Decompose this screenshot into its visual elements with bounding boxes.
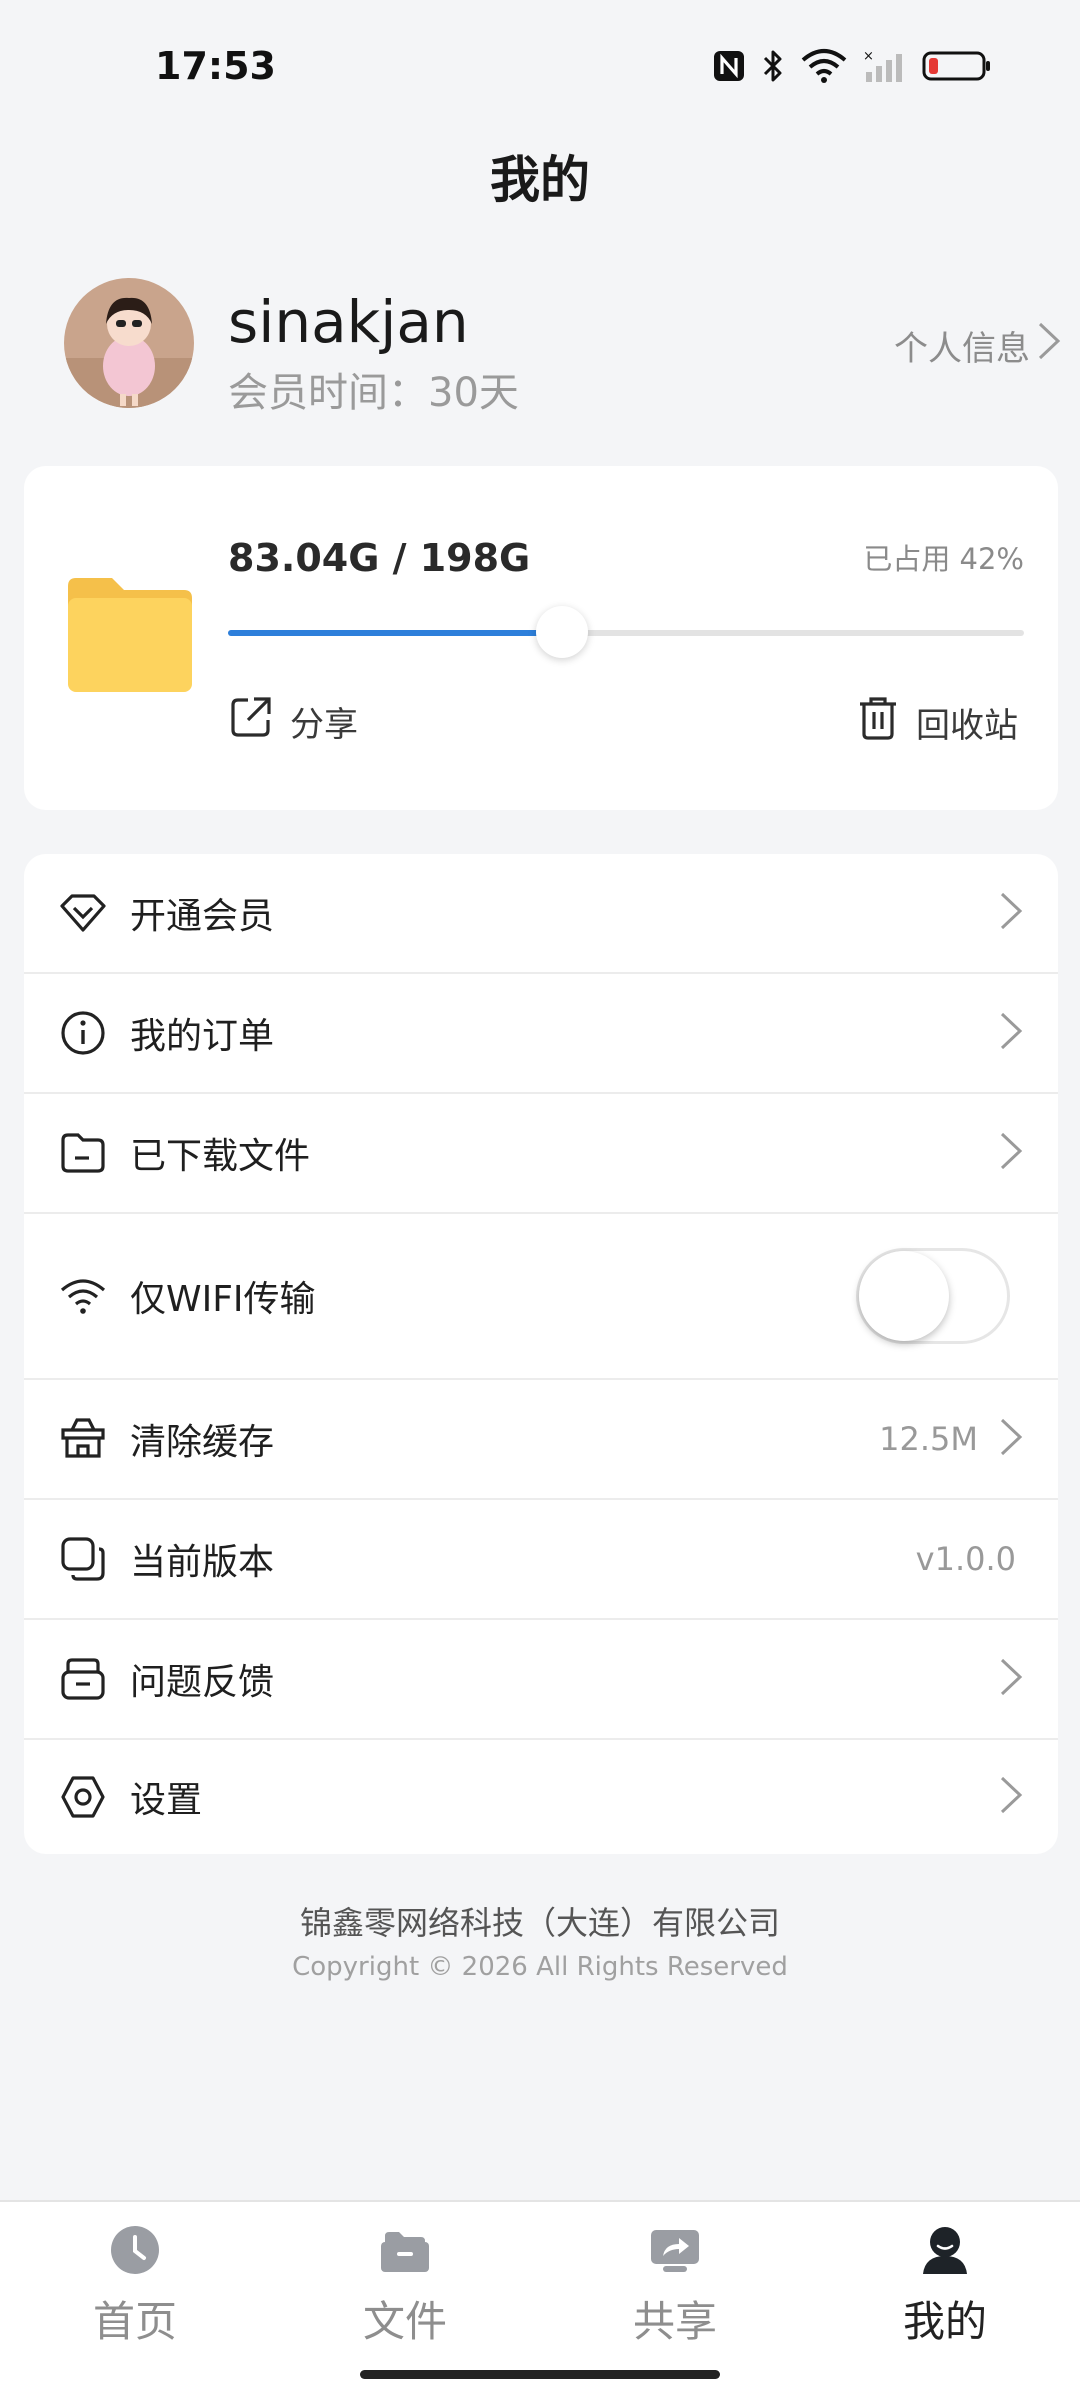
- chevron-right-icon: [996, 1008, 1026, 1058]
- status-time: 17:53: [155, 44, 276, 88]
- member-time-value: 30天: [428, 370, 519, 416]
- wifi-only-toggle[interactable]: [856, 1248, 1010, 1344]
- nav-tab-share[interactable]: 共享: [540, 2216, 810, 2366]
- company-name: 锦鑫零网络科技（大连）有限公司: [299, 1904, 780, 1942]
- member-time-label: 会员时间：: [228, 370, 428, 416]
- personal-info-label: 个人信息: [894, 329, 1030, 369]
- chevron-right-icon: [1034, 318, 1064, 373]
- menu-label: 清除缓存: [130, 1422, 275, 1463]
- settings-menu: 开通会员 我的订单 已下载文件 仅WIFI传输 清除缓存 12.5M 当前版本 …: [24, 854, 1058, 1854]
- signal-icon: ×: [862, 48, 908, 84]
- bluetooth-icon: [760, 48, 786, 84]
- menu-item-version: 当前版本 v1.0.0: [24, 1500, 1058, 1620]
- settings-icon: [58, 1772, 108, 1822]
- cache-size: 12.5M: [879, 1420, 978, 1458]
- copyright: Copyright © 2026 All Rights Reserved: [292, 1952, 788, 1982]
- nav-tab-mine[interactable]: 我的: [810, 2216, 1080, 2366]
- svg-text:×: ×: [863, 49, 874, 64]
- avatar[interactable]: [64, 278, 194, 408]
- folder-icon: [64, 572, 196, 700]
- menu-item-settings[interactable]: 设置: [24, 1740, 1058, 1854]
- nav-label: 我的: [902, 2297, 987, 2346]
- chevron-right-icon: [996, 1128, 1026, 1178]
- personal-info-link[interactable]: 个人信息: [894, 318, 1064, 373]
- toggle-knob: [859, 1251, 949, 1341]
- page-title: 我的: [490, 151, 590, 209]
- chevron-right-icon: [996, 1654, 1026, 1704]
- nav-tab-files[interactable]: 文件: [270, 2216, 540, 2366]
- recycle-bin-button[interactable]: 回收站: [856, 694, 1018, 751]
- storage-percent: 已占用 42%: [863, 542, 1024, 576]
- file-box-icon: [270, 2224, 540, 2280]
- clock-icon: [0, 2224, 270, 2280]
- wifi-status-icon: [800, 48, 848, 84]
- trash-icon: [856, 694, 900, 751]
- menu-label: 当前版本: [130, 1542, 275, 1583]
- home-indicator[interactable]: [360, 2370, 720, 2379]
- menu-label: 已下载文件: [130, 1136, 311, 1177]
- menu-item-vip[interactable]: 开通会员: [24, 854, 1058, 974]
- share-external-icon: [228, 694, 274, 749]
- chevron-right-icon: [996, 1414, 1026, 1464]
- storage-progress-knob: [536, 606, 589, 658]
- username: sinakjan: [228, 288, 469, 356]
- storage-usage: 83.04G / 198G: [228, 536, 531, 580]
- nav-tab-home[interactable]: 首页: [0, 2216, 270, 2366]
- member-time: 会员时间：30天: [228, 360, 519, 418]
- folder-outline-icon: [58, 1128, 108, 1178]
- menu-label: 问题反馈: [130, 1662, 275, 1703]
- menu-label: 设置: [130, 1780, 203, 1821]
- version-icon: [58, 1534, 108, 1584]
- status-icons: ×: [712, 46, 992, 86]
- menu-item-downloads[interactable]: 已下载文件: [24, 1094, 1058, 1214]
- menu-label: 仅WIFI传输: [130, 1279, 316, 1320]
- menu-label: 我的订单: [130, 1016, 275, 1057]
- share-label: 分享: [290, 705, 358, 745]
- diamond-icon: [58, 888, 108, 938]
- chevron-right-icon: [996, 1772, 1026, 1822]
- chevron-right-icon: [996, 888, 1026, 938]
- nav-label: 共享: [632, 2297, 717, 2346]
- wifi-icon: [58, 1271, 108, 1321]
- feedback-icon: [58, 1654, 108, 1704]
- share-button[interactable]: 分享: [228, 694, 358, 749]
- nav-label: 文件: [362, 2297, 447, 2346]
- menu-label: 开通会员: [130, 896, 275, 937]
- nfc-icon: [712, 49, 746, 83]
- version-number: v1.0.0: [915, 1540, 1016, 1578]
- share-icon: [540, 2224, 810, 2280]
- storage-progress: [228, 606, 1024, 658]
- menu-item-feedback[interactable]: 问题反馈: [24, 1620, 1058, 1740]
- menu-item-clear-cache[interactable]: 清除缓存 12.5M: [24, 1380, 1058, 1500]
- info-icon: [58, 1008, 108, 1058]
- profile-header: sinakjan 会员时间：30天 个人信息: [64, 278, 1064, 416]
- storage-card: 83.04G / 198G 已占用 42% 分享 回收站: [24, 466, 1058, 810]
- clear-cache-icon: [58, 1414, 108, 1464]
- menu-item-wifi-only: 仅WIFI传输: [24, 1214, 1058, 1380]
- menu-item-orders[interactable]: 我的订单: [24, 974, 1058, 1094]
- status-bar: 17:53 ×: [0, 0, 1080, 136]
- storage-progress-fill: [228, 630, 563, 636]
- battery-icon: [922, 49, 992, 83]
- user-icon: [810, 2224, 1080, 2280]
- nav-label: 首页: [92, 2297, 177, 2346]
- recycle-bin-label: 回收站: [916, 706, 1018, 746]
